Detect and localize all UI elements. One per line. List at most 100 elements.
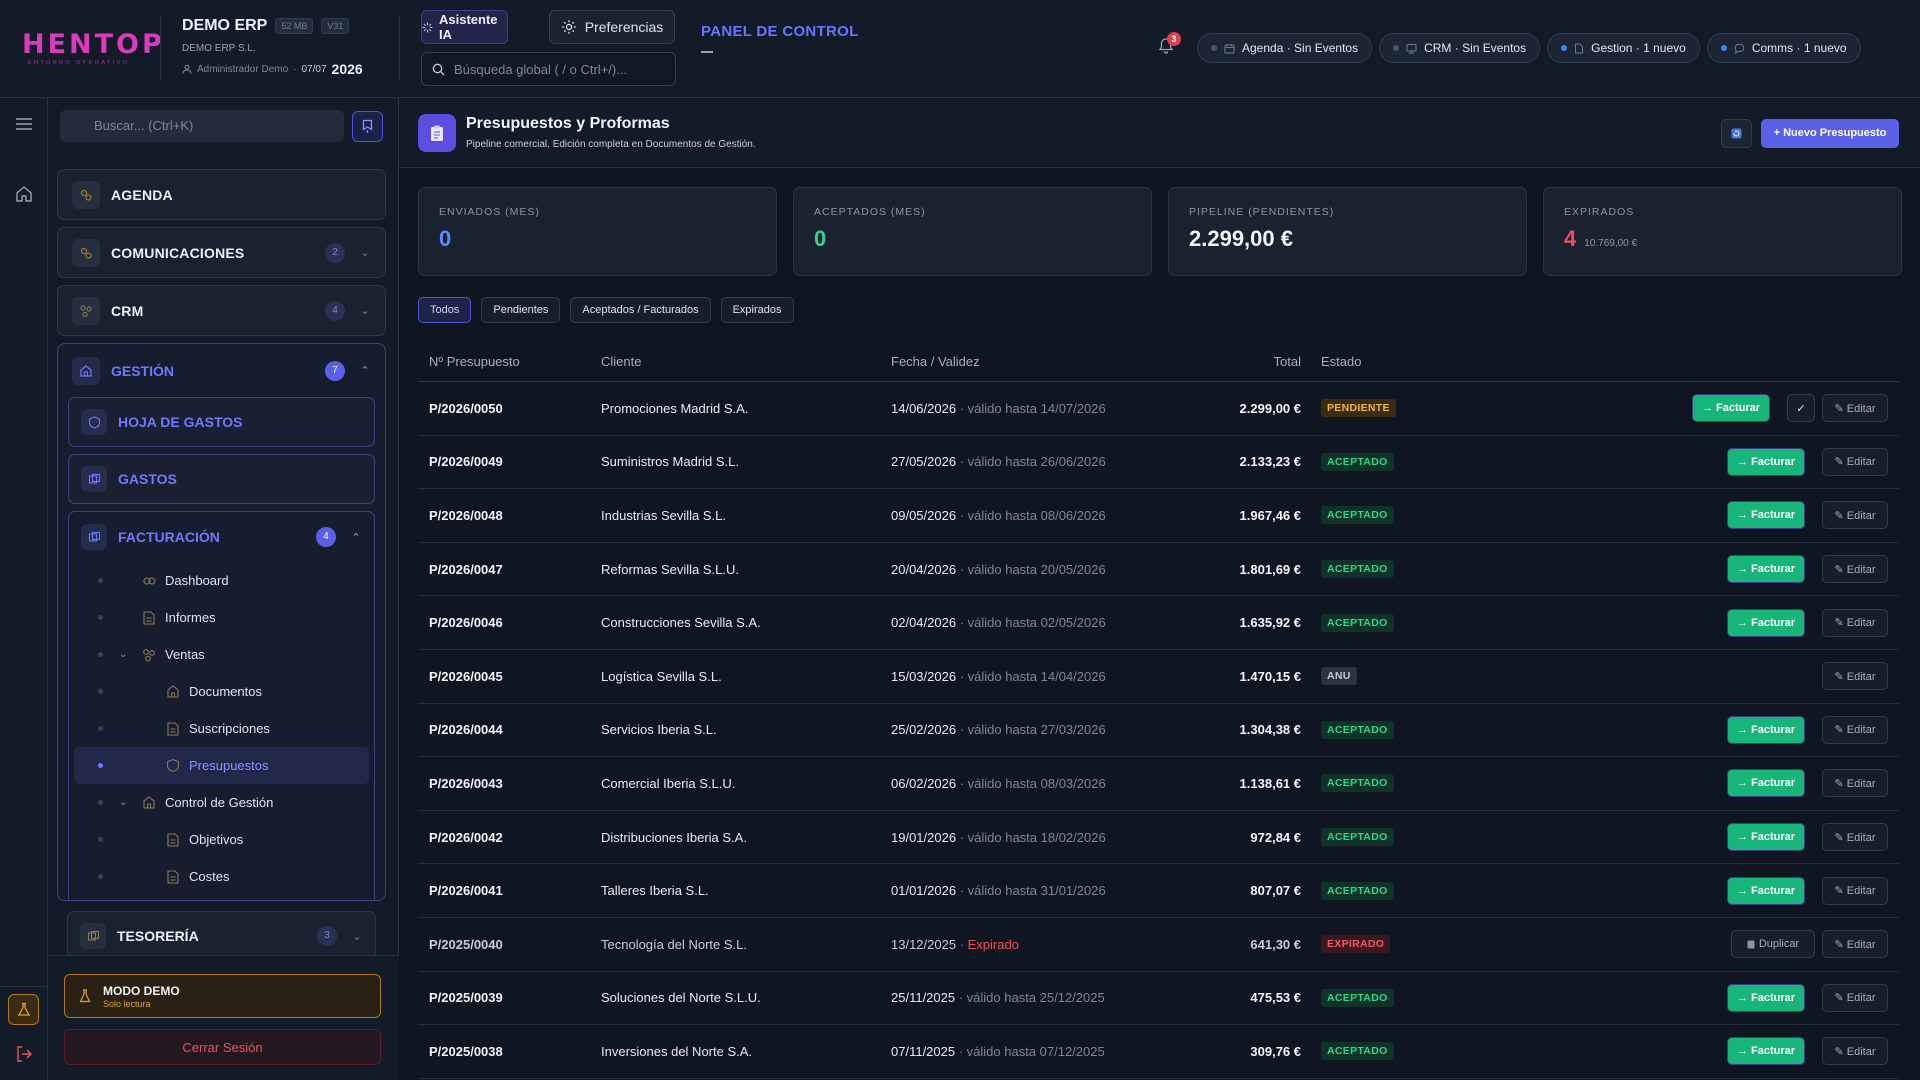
edit-button[interactable]: ✎ Editar — [1822, 394, 1888, 423]
edit-button[interactable]: ✎ Editar — [1822, 555, 1888, 584]
edit-button[interactable]: ✎ Editar — [1822, 608, 1888, 637]
status-pill-comms[interactable]: Comms · 1 nuevo — [1706, 33, 1861, 63]
tree-item-presupuestos[interactable]: Presupuestos — [74, 747, 369, 784]
chevron-down-icon[interactable]: ⌄ — [359, 304, 371, 317]
invoice-button[interactable]: → Facturar — [1727, 823, 1805, 852]
demo-mode-banner[interactable]: MODO DEMO Solo lectura — [64, 974, 381, 1018]
menu-icon[interactable] — [12, 112, 36, 136]
quote-number[interactable]: P/2026/0045 — [418, 669, 601, 684]
edit-button[interactable]: ✎ Editar — [1822, 715, 1888, 744]
new-quote-button[interactable]: + Nuevo Presupuesto — [1761, 119, 1899, 148]
invoice-button[interactable]: → Facturar — [1727, 769, 1805, 798]
tree-item-control-de-gestion[interactable]: ⌄ Control de Gestión — [74, 784, 369, 821]
quote-number[interactable]: P/2026/0047 — [418, 562, 601, 577]
chevron-up-icon[interactable]: ⌃ — [350, 531, 362, 544]
table-row[interactable]: P/2026/0043 Comercial Iberia S.L.U. 06/02/… — [418, 757, 1899, 811]
tree-item-suscripciones[interactable]: Suscripciones — [74, 710, 369, 747]
table-row[interactable]: P/2025/0039 Soluciones del Norte S.L.U. 25… — [418, 972, 1899, 1026]
sidebar-search-input[interactable]: Buscar... (Ctrl+K) — [60, 110, 344, 142]
tree-item-ventas[interactable]: ⌄ Ventas — [74, 636, 369, 673]
invoice-button[interactable]: → Facturar — [1727, 608, 1805, 637]
status-pill-crm[interactable]: CRM · Sin Eventos — [1379, 33, 1541, 63]
sidebar-item-comunicaciones[interactable]: COMUNICACIONES 2 ⌄ — [57, 227, 386, 278]
edit-button[interactable]: ✎ Editar — [1822, 501, 1888, 530]
edit-button[interactable]: ✎ Editar — [1822, 447, 1888, 476]
quote-number[interactable]: P/2026/0049 — [418, 454, 601, 469]
quote-number[interactable]: P/2025/0039 — [418, 990, 601, 1005]
chevron-down-icon[interactable]: ⌄ — [119, 797, 127, 808]
table-row[interactable]: P/2026/0049 Suministros Madrid S.L. 27/05/… — [418, 436, 1899, 490]
invoice-button[interactable]: → Facturar — [1727, 876, 1805, 905]
tree-item-informes[interactable]: Informes — [74, 599, 369, 636]
table-row[interactable]: P/2026/0045 Logística Sevilla S.L. 15/03/2… — [418, 650, 1899, 704]
edit-button[interactable]: ✎ Editar — [1822, 1037, 1888, 1066]
column-header-total[interactable]: Total — [1191, 354, 1301, 369]
duplicate-button[interactable]: Duplicar — [1731, 930, 1815, 959]
logout-icon[interactable] — [12, 1042, 36, 1066]
quote-number[interactable]: P/2026/0043 — [418, 776, 601, 791]
invoice-button[interactable]: → Facturar — [1727, 983, 1805, 1012]
sidebar-item-facturacion[interactable]: FACTURACIÓN 4 ⌃ — [69, 512, 374, 562]
table-row[interactable]: P/2026/0047 Reformas Sevilla S.L.U. 20/04/… — [418, 543, 1899, 597]
edit-button[interactable]: ✎ Editar — [1822, 662, 1888, 691]
table-row[interactable]: P/2026/0041 Talleres Iberia S.L. 01/01/202… — [418, 864, 1899, 918]
refresh-button[interactable] — [1721, 119, 1752, 148]
quote-number[interactable]: P/2026/0046 — [418, 615, 601, 630]
column-header-date[interactable]: Fecha / Validez — [891, 354, 1191, 369]
brand-logo[interactable]: HENTOP ENTORNO OPERATIVO — [22, 31, 162, 66]
chevron-down-icon[interactable]: ⌄ — [359, 246, 371, 259]
edit-button[interactable]: ✎ Editar — [1822, 930, 1888, 959]
column-header-status[interactable]: Estado — [1301, 354, 1521, 369]
preferences-button[interactable]: Preferencias — [549, 10, 675, 44]
table-row[interactable]: P/2026/0050 Promociones Madrid S.A. 14/06/… — [418, 382, 1899, 436]
global-search-input[interactable]: Búsqueda global ( / o Ctrl+/)... — [421, 52, 676, 86]
sidebar-item-gastos[interactable]: GASTOS — [68, 454, 375, 504]
column-header-number[interactable]: Nº Presupuesto — [418, 354, 601, 369]
quote-number[interactable]: P/2025/0040 — [418, 937, 601, 952]
tree-item-objetivos[interactable]: Objetivos — [74, 821, 369, 858]
edit-button[interactable]: ✎ Editar — [1822, 876, 1888, 905]
panel-title[interactable]: PANEL DE CONTROL — [701, 23, 859, 40]
sidebar-item-tesoreria[interactable]: TESORERÍA 3 ⌄ — [67, 911, 376, 961]
pin-icon[interactable] — [352, 111, 383, 142]
chevron-down-icon[interactable]: ⌄ — [351, 930, 363, 943]
status-pill-gestion[interactable]: Gestion · 1 nuevo — [1547, 33, 1700, 63]
tree-item-dashboard[interactable]: Dashboard — [74, 562, 369, 599]
tree-item-documentos[interactable]: Documentos — [74, 673, 369, 710]
invoice-button[interactable]: → Facturar — [1727, 715, 1805, 744]
invoice-button[interactable]: → Facturar — [1727, 1037, 1805, 1066]
filter-expired[interactable]: Expirados — [720, 297, 794, 323]
sidebar-item-gestion[interactable]: GESTIÓN 7 ⌃ — [58, 344, 385, 397]
sidebar-item-crm[interactable]: CRM 4 ⌄ — [57, 285, 386, 336]
invoice-button[interactable]: → Facturar — [1727, 447, 1805, 476]
sidebar-item-agenda[interactable]: AGENDA — [57, 169, 386, 220]
quote-number[interactable]: P/2026/0048 — [418, 508, 601, 523]
ai-assistant-button[interactable]: Asistente IA — [421, 10, 508, 44]
edit-button[interactable]: ✎ Editar — [1822, 769, 1888, 798]
quote-number[interactable]: P/2026/0044 — [418, 722, 601, 737]
quote-number[interactable]: P/2026/0041 — [418, 883, 601, 898]
quote-number[interactable]: P/2026/0050 — [418, 401, 601, 416]
filter-all[interactable]: Todos — [418, 297, 472, 323]
logout-button[interactable]: Cerrar Sesión — [64, 1029, 381, 1065]
sidebar-item-hoja-de-gastos[interactable]: HOJA DE GASTOS — [68, 397, 375, 447]
invoice-button[interactable]: → Facturar — [1692, 394, 1770, 423]
table-row[interactable]: P/2025/0040 Tecnología del Norte S.L. 13/1… — [418, 918, 1899, 972]
filter-accepted[interactable]: Aceptados / Facturados — [570, 297, 711, 323]
table-row[interactable]: P/2025/0038 Inversiones del Norte S.A. 07/… — [418, 1025, 1899, 1079]
edit-button[interactable]: ✎ Editar — [1822, 823, 1888, 852]
filter-pending[interactable]: Pendientes — [481, 297, 561, 323]
quote-number[interactable]: P/2025/0038 — [418, 1044, 601, 1059]
table-row[interactable]: P/2026/0044 Servicios Iberia S.L. 25/02/20… — [418, 704, 1899, 758]
chevron-down-icon[interactable]: ⌄ — [119, 649, 127, 660]
table-row[interactable]: P/2026/0042 Distribuciones Iberia S.A. 19/… — [418, 811, 1899, 865]
quote-number[interactable]: P/2026/0042 — [418, 830, 601, 845]
accept-check-button[interactable]: ✓ — [1787, 394, 1815, 423]
tree-item-costes[interactable]: Costes — [74, 858, 369, 895]
status-pill-agenda[interactable]: Agenda · Sin Eventos — [1197, 33, 1373, 63]
invoice-button[interactable]: → Facturar — [1727, 501, 1805, 530]
table-row[interactable]: P/2026/0046 Construcciones Sevilla S.A. 02… — [418, 596, 1899, 650]
chevron-up-icon[interactable]: ⌃ — [359, 364, 371, 377]
invoice-button[interactable]: → Facturar — [1727, 555, 1805, 584]
home-icon[interactable] — [12, 182, 36, 206]
